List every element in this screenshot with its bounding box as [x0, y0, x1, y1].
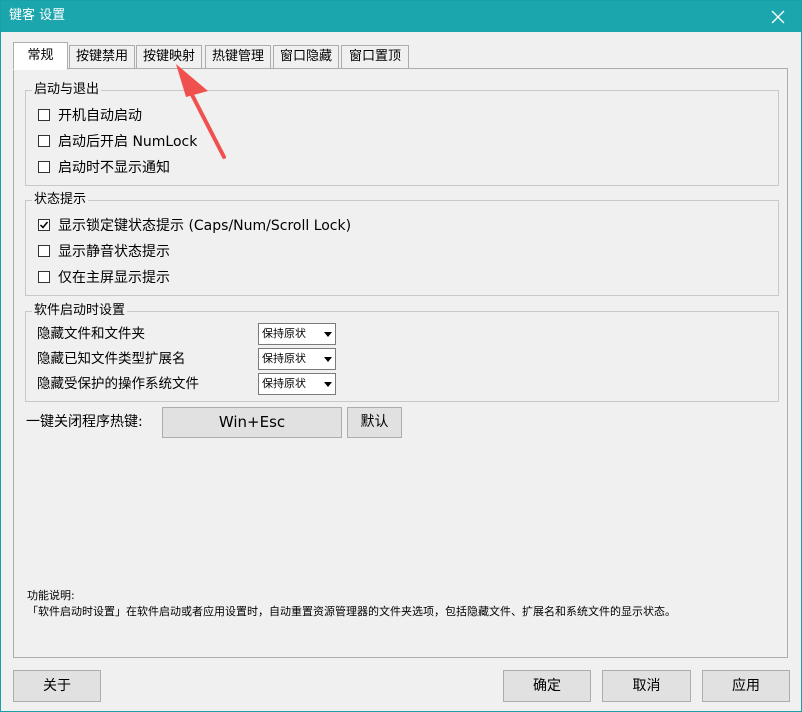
group-title: 启动与退出 [32, 81, 102, 99]
dropdown-arrow-icon [323, 381, 332, 387]
cancel-button[interactable]: 取消 [602, 670, 691, 702]
option-mute-tip[interactable]: 显示静音状态提示 [38, 241, 170, 261]
close-button[interactable] [755, 1, 801, 32]
option-label: 显示锁定键状态提示 (Caps/Num/Scroll Lock) [58, 218, 352, 234]
apply-button[interactable]: 应用 [702, 670, 790, 702]
setting-label: 隐藏文件和文件夹 [37, 326, 145, 342]
close-icon [771, 10, 785, 23]
checkbox[interactable] [38, 245, 50, 257]
option-primary-screen[interactable]: 仅在主屏显示提示 [38, 267, 170, 287]
select-value: 保持原状 [262, 352, 306, 365]
setting-label: 隐藏已知文件类型扩展名 [37, 351, 186, 367]
status-group: 状态提示 显示锁定键状态提示 (Caps/Num/Scroll Lock) 显示… [25, 191, 779, 296]
tab-window-hide[interactable]: 窗口隐藏 [273, 45, 339, 68]
about-button[interactable]: 关于 [13, 670, 101, 702]
tab-panel-general: 启动与退出 开机自动启动 启动后开启 NumLock 启动时不显示通知 状态提示 [13, 68, 788, 658]
select-value: 保持原状 [262, 377, 306, 390]
checkbox-checked[interactable] [38, 219, 50, 231]
option-label: 仅在主屏显示提示 [58, 270, 170, 286]
option-auto-start[interactable]: 开机自动启动 [38, 105, 142, 125]
system-files-select[interactable]: 保持原状 [258, 373, 336, 395]
group-title: 状态提示 [32, 191, 89, 209]
tab-general[interactable]: 常规 [13, 42, 68, 70]
title-bar: 键客 设置 [1, 1, 801, 32]
option-label: 启动时不显示通知 [58, 160, 170, 176]
startup-group: 启动与退出 开机自动启动 启动后开启 NumLock 启动时不显示通知 [25, 81, 779, 186]
hidden-files-select[interactable]: 保持原状 [258, 323, 336, 345]
dropdown-arrow-icon [323, 331, 332, 337]
option-label: 启动后开启 NumLock [58, 134, 198, 150]
checkbox[interactable] [38, 109, 50, 121]
window-title: 键客 设置 [9, 8, 66, 23]
checkbox[interactable] [38, 271, 50, 283]
tab-key-mapping[interactable]: 按键映射 [136, 45, 202, 68]
option-label: 开机自动启动 [58, 108, 142, 124]
checkbox[interactable] [38, 161, 50, 173]
software-startup-group: 软件启动时设置 隐藏文件和文件夹 保持原状 隐藏已知文件类型扩展名 保持原状 隐… [25, 302, 779, 402]
setting-label: 隐藏受保护的操作系统文件 [37, 376, 199, 392]
notes-heading: 功能说明: [27, 589, 75, 602]
dropdown-arrow-icon [323, 356, 332, 362]
tab-key-disable[interactable]: 按键禁用 [69, 45, 135, 68]
notes-text: 「软件启动时设置」在软件启动或者应用设置时，自动重置资源管理器的文件夹选项，包括… [27, 605, 676, 618]
option-lock-key-tip[interactable]: 显示锁定键状态提示 (Caps/Num/Scroll Lock) [38, 215, 351, 235]
checkbox[interactable] [38, 135, 50, 147]
option-numlock[interactable]: 启动后开启 NumLock [38, 131, 197, 151]
hotkey-input[interactable]: Win+Esc [162, 407, 342, 438]
group-title: 软件启动时设置 [32, 302, 128, 320]
hotkey-label: 一键关闭程序热键: [26, 414, 143, 430]
select-value: 保持原状 [262, 327, 306, 340]
tab-hotkey-management[interactable]: 热键管理 [205, 45, 271, 68]
option-no-notify[interactable]: 启动时不显示通知 [38, 157, 170, 177]
ok-button[interactable]: 确定 [503, 670, 591, 702]
default-button[interactable]: 默认 [347, 407, 402, 438]
check-icon [39, 221, 49, 229]
extension-select[interactable]: 保持原状 [258, 348, 336, 370]
tab-window-top[interactable]: 窗口置顶 [341, 45, 409, 68]
option-label: 显示静音状态提示 [58, 244, 170, 260]
settings-window: 键客 设置 常规 按键禁用 按键映射 热键管理 窗口隐藏 窗口置顶 启动与退出 … [0, 0, 802, 712]
